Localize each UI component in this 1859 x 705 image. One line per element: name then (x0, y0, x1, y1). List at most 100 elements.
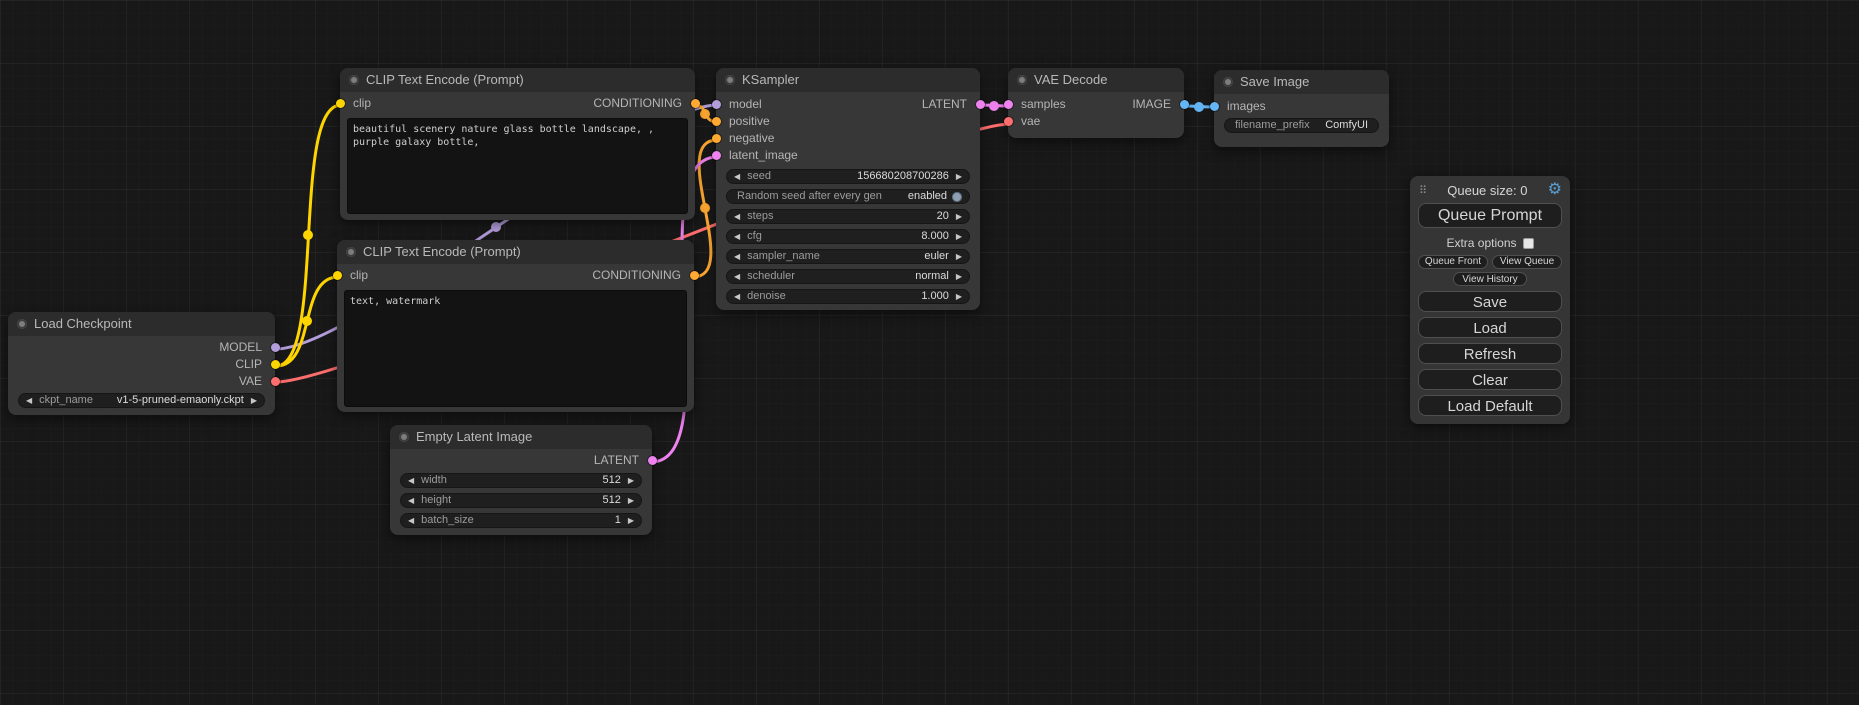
collapse-dot-icon[interactable] (1017, 75, 1027, 85)
extra-options-checkbox[interactable] (1523, 238, 1534, 249)
widget-filename-prefix[interactable]: filename_prefix ComfyUI (1224, 118, 1379, 133)
decrement-arrow-icon[interactable]: ◀ (734, 290, 740, 303)
clear-button[interactable]: Clear (1418, 369, 1562, 390)
queue-prompt-button[interactable]: Queue Prompt (1418, 203, 1562, 228)
widget-scheduler[interactable]: ◀ scheduler normal ▶ (726, 269, 970, 284)
load-default-button[interactable]: Load Default (1418, 395, 1562, 416)
link-midpoint-dot (303, 230, 313, 240)
widget-label: cfg (747, 230, 762, 243)
vae-input-dot[interactable] (1004, 117, 1013, 126)
increment-arrow-icon[interactable]: ▶ (956, 250, 962, 263)
node-clip-text-encode-negative[interactable]: CLIP Text Encode (Prompt) clip CONDITION… (337, 240, 694, 412)
widget-cfg[interactable]: ◀ cfg 8.000 ▶ (726, 229, 970, 244)
increment-arrow-icon[interactable]: ▶ (628, 494, 634, 507)
clip-input-dot[interactable] (336, 99, 345, 108)
queue-front-button[interactable]: Queue Front (1418, 255, 1488, 269)
settings-gear-icon[interactable]: ⚙ (1548, 182, 1562, 198)
widget-denoise[interactable]: ◀ denoise 1.000 ▶ (726, 289, 970, 304)
collapse-dot-icon[interactable] (725, 75, 735, 85)
slot-label: clip (350, 268, 368, 282)
link-midpoint-dot (700, 109, 710, 119)
widget-label: sampler_name (747, 250, 820, 263)
extra-options-row: Extra options (1418, 236, 1562, 250)
increment-arrow-icon[interactable]: ▶ (628, 474, 634, 487)
collapse-dot-icon[interactable] (346, 247, 356, 257)
decrement-arrow-icon[interactable]: ◀ (408, 494, 414, 507)
save-button[interactable]: Save (1418, 291, 1562, 312)
negative-prompt-textarea[interactable]: text, watermark (344, 290, 687, 407)
view-queue-button[interactable]: View Queue (1492, 255, 1562, 269)
decrement-arrow-icon[interactable]: ◀ (408, 474, 414, 487)
conditioning-output-dot[interactable] (690, 271, 699, 280)
widget-steps[interactable]: ◀ steps 20 ▶ (726, 209, 970, 224)
negative-input-dot[interactable] (712, 134, 721, 143)
positive-input-dot[interactable] (712, 117, 721, 126)
images-input-dot[interactable] (1210, 102, 1219, 111)
positive-prompt-textarea[interactable]: beautiful scenery nature glass bottle la… (347, 118, 688, 214)
refresh-button[interactable]: Refresh (1418, 343, 1562, 364)
slot-label: LATENT (922, 97, 967, 111)
node-title-bar[interactable]: Save Image (1214, 70, 1389, 94)
latent-image-input-dot[interactable] (712, 151, 721, 160)
node-title-bar[interactable]: CLIP Text Encode (Prompt) (337, 240, 694, 264)
decrement-arrow-icon[interactable]: ◀ (734, 170, 740, 183)
widget-seed[interactable]: ◀ seed 156680208700286 ▶ (726, 169, 970, 184)
widget-value: 512 (602, 494, 620, 507)
widget-ckpt-name[interactable]: ◀ ckpt_name v1-5-pruned-emaonly.ckpt ▶ (18, 393, 265, 408)
decrement-arrow-icon[interactable]: ◀ (26, 394, 32, 407)
decrement-arrow-icon[interactable]: ◀ (734, 230, 740, 243)
slot-row: LATENT (390, 452, 652, 469)
node-vae-decode[interactable]: VAE Decode samples IMAGE vae (1008, 68, 1184, 138)
increment-arrow-icon[interactable]: ▶ (956, 230, 962, 243)
output-slot-model: MODEL (8, 339, 275, 356)
toggle-knob-icon[interactable] (952, 192, 962, 202)
widget-value: 8.000 (921, 230, 949, 243)
widget-sampler-name[interactable]: ◀ sampler_name euler ▶ (726, 249, 970, 264)
node-title-bar[interactable]: Load Checkpoint (8, 312, 275, 336)
node-load-checkpoint[interactable]: Load Checkpoint MODEL CLIP VAE ◀ ckpt_na… (8, 312, 275, 415)
increment-arrow-icon[interactable]: ▶ (251, 394, 257, 407)
vae-output-dot[interactable] (271, 377, 280, 386)
clip-input-dot[interactable] (333, 271, 342, 280)
drag-handle-icon[interactable]: ⠿ (1419, 184, 1427, 197)
model-input-dot[interactable] (712, 100, 721, 109)
node-save-image[interactable]: Save Image images filename_prefix ComfyU… (1214, 70, 1389, 147)
load-button[interactable]: Load (1418, 317, 1562, 338)
widget-label: seed (747, 170, 771, 183)
collapse-dot-icon[interactable] (399, 432, 409, 442)
node-clip-text-encode-positive[interactable]: CLIP Text Encode (Prompt) clip CONDITION… (340, 68, 695, 220)
node-title-bar[interactable]: KSampler (716, 68, 980, 92)
node-title-bar[interactable]: Empty Latent Image (390, 425, 652, 449)
latent-output-dot[interactable] (648, 456, 657, 465)
widget-width[interactable]: ◀ width 512 ▶ (400, 473, 642, 488)
widget-random-seed-toggle[interactable]: Random seed after every gen enabled (726, 189, 970, 204)
widget-height[interactable]: ◀ height 512 ▶ (400, 493, 642, 508)
image-output-dot[interactable] (1180, 100, 1189, 109)
node-empty-latent-image[interactable]: Empty Latent Image LATENT ◀ width 512 ▶ … (390, 425, 652, 535)
node-ksampler[interactable]: KSampler model LATENT positive negative … (716, 68, 980, 310)
model-output-dot[interactable] (271, 343, 280, 352)
widget-label: height (421, 494, 451, 507)
collapse-dot-icon[interactable] (1223, 77, 1233, 87)
collapse-dot-icon[interactable] (349, 75, 359, 85)
increment-arrow-icon[interactable]: ▶ (956, 210, 962, 223)
increment-arrow-icon[interactable]: ▶ (956, 290, 962, 303)
widget-batch-size[interactable]: ◀ batch_size 1 ▶ (400, 513, 642, 528)
increment-arrow-icon[interactable]: ▶ (956, 170, 962, 183)
decrement-arrow-icon[interactable]: ◀ (734, 250, 740, 263)
clip-output-dot[interactable] (271, 360, 280, 369)
increment-arrow-icon[interactable]: ▶ (628, 514, 634, 527)
collapse-dot-icon[interactable] (17, 319, 27, 329)
decrement-arrow-icon[interactable]: ◀ (408, 514, 414, 527)
latent-output-dot[interactable] (976, 100, 985, 109)
decrement-arrow-icon[interactable]: ◀ (734, 210, 740, 223)
node-title-bar[interactable]: CLIP Text Encode (Prompt) (340, 68, 695, 92)
samples-input-dot[interactable] (1004, 100, 1013, 109)
conditioning-output-dot[interactable] (691, 99, 700, 108)
node-graph-canvas[interactable]: Load Checkpoint MODEL CLIP VAE ◀ ckpt_na… (0, 0, 1859, 705)
widget-value: 20 (937, 210, 949, 223)
node-title-bar[interactable]: VAE Decode (1008, 68, 1184, 92)
decrement-arrow-icon[interactable]: ◀ (734, 270, 740, 283)
view-history-button[interactable]: View History (1453, 272, 1527, 286)
increment-arrow-icon[interactable]: ▶ (956, 270, 962, 283)
